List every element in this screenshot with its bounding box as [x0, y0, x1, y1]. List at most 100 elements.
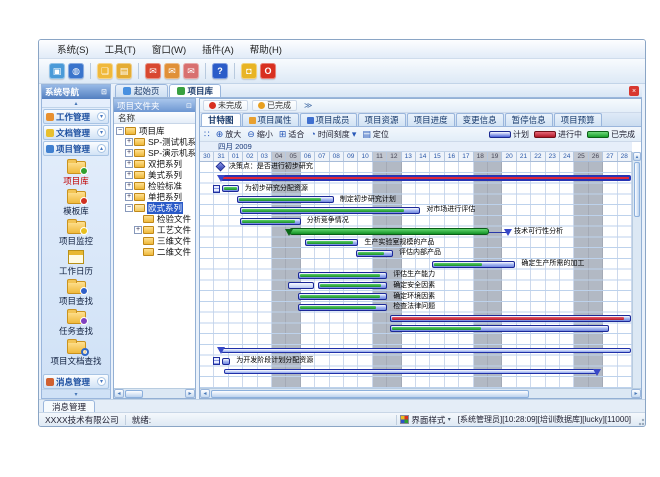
menu-item-4[interactable]: 帮助(H)	[242, 40, 290, 58]
view-tab-7[interactable]: 项目预算	[554, 113, 602, 126]
message-management-tab[interactable]: 消息管理	[43, 400, 95, 412]
tree-horizontal-scrollbar[interactable]: ◂ ▸	[114, 388, 195, 398]
document-tab-0[interactable]: 起始页	[115, 84, 168, 97]
pin-icon[interactable]: ⊡	[186, 102, 192, 110]
gantt-bar-task[interactable]	[318, 282, 387, 289]
gantt-bar-task[interactable]	[240, 207, 420, 214]
expand-icon[interactable]: +	[125, 182, 133, 190]
gantt-bar-task[interactable]	[305, 239, 358, 246]
scroll-thumb[interactable]	[634, 162, 640, 217]
tree-node-9[interactable]: +工艺文件	[114, 224, 195, 235]
gantt-vertical-scrollbar[interactable]: ▴	[632, 152, 641, 388]
filter-button-1[interactable]: 已完成	[252, 100, 297, 111]
gantt-bar-task[interactable]	[432, 261, 516, 268]
menu-item-1[interactable]: 工具(T)	[97, 40, 144, 58]
time-scale-button[interactable]: ◔时间刻度▾	[310, 129, 356, 140]
tree-node-7[interactable]: −欧式系列	[114, 202, 195, 213]
tree-node-5[interactable]: +检验标准	[114, 180, 195, 191]
tree-node-4[interactable]: +美式系列	[114, 169, 195, 180]
scroll-left-icon[interactable]: ◂	[114, 389, 124, 398]
sidebar-item-project-doc-search[interactable]: 项目文档查找	[42, 338, 110, 368]
sidebar-expand-strip[interactable]: ▾	[42, 389, 110, 398]
view-tab-3[interactable]: 项目资源	[358, 113, 406, 126]
tree-node-11[interactable]: 二维文件	[114, 246, 195, 257]
scroll-left-icon[interactable]: ◂	[200, 389, 210, 398]
gantt-horizontal-scrollbar[interactable]: ◂ ▸	[200, 388, 641, 398]
lock-icon[interactable]: ◘	[241, 63, 257, 79]
gantt-bar-task[interactable]	[390, 325, 609, 332]
gantt-bar-summary-plan[interactable]	[221, 348, 631, 353]
close-icon[interactable]: ×	[629, 86, 639, 96]
tree-node-0[interactable]: −项目库	[114, 125, 195, 136]
tree-node-2[interactable]: +SP-演示机系列	[114, 147, 195, 158]
view-tab-1[interactable]: 项目属性	[242, 113, 299, 126]
help-icon[interactable]: ?	[212, 63, 228, 79]
filter-button-0[interactable]: 未完成	[203, 100, 248, 111]
folder-view-icon[interactable]: ▤	[116, 63, 132, 79]
more-filters-icon[interactable]: ≫	[304, 101, 312, 110]
tree-node-3[interactable]: +双把系列	[114, 158, 195, 169]
message-pink-icon[interactable]: ✉	[183, 63, 199, 79]
sidebar-group-0[interactable]: 工作管理▾	[43, 109, 109, 124]
view-tab-4[interactable]: 项目进度	[407, 113, 455, 126]
scroll-thumb[interactable]	[211, 390, 529, 398]
gantt-bar-task[interactable]	[298, 304, 387, 311]
document-tab-1[interactable]: 项目库	[169, 84, 222, 97]
view-tab-2[interactable]: 项目成员	[300, 113, 357, 126]
tree-node-8[interactable]: 检验文件	[114, 213, 195, 224]
folder-open-icon[interactable]: ❏	[97, 63, 113, 79]
sidebar-item-project-library[interactable]: 项目库	[42, 158, 110, 188]
gantt-bar-task[interactable]	[298, 272, 387, 279]
collapse-icon[interactable]: −	[125, 204, 133, 212]
view-tab-6[interactable]: 暂停信息	[505, 113, 553, 126]
ui-style-button[interactable]: 界面样式 ▾	[397, 414, 453, 426]
expand-icon[interactable]: +	[125, 171, 133, 179]
gantt-bar-task[interactable]	[356, 250, 393, 257]
scroll-right-icon[interactable]: ▸	[185, 389, 195, 398]
tree-column-header[interactable]: 名称	[114, 112, 195, 124]
scroll-thumb[interactable]	[125, 390, 143, 398]
gantt-bar-task[interactable]	[222, 358, 230, 365]
sidebar-group-bottom[interactable]: 消息管理 ▾	[43, 374, 109, 389]
sidebar-collapse-strip[interactable]: ▴	[42, 99, 110, 108]
sidebar-group-2[interactable]: 项目管理▴	[43, 141, 109, 156]
tree-node-1[interactable]: +SP-测试机系列	[114, 136, 195, 147]
tree-node-6[interactable]: +单把系列	[114, 191, 195, 202]
sidebar-item-template-library[interactable]: 模板库	[42, 188, 110, 218]
expand-icon[interactable]: +	[125, 160, 133, 168]
message-red-icon[interactable]: ✉	[145, 63, 161, 79]
resize-grip[interactable]	[635, 414, 645, 426]
computer-icon[interactable]: ▣	[49, 63, 65, 79]
menu-item-3[interactable]: 插件(A)	[194, 40, 242, 58]
exit-icon[interactable]: O	[260, 63, 276, 79]
zoom-in-button[interactable]: ⊕放大	[216, 129, 242, 140]
gantt-bar-task[interactable]	[222, 185, 239, 192]
expand-icon[interactable]: +	[125, 193, 133, 201]
menu-item-2[interactable]: 窗口(W)	[144, 40, 194, 58]
gantt-bar-task[interactable]	[240, 218, 300, 225]
locate-button[interactable]: ▤定位	[362, 129, 389, 140]
gantt-bar-summary-plan[interactable]	[224, 369, 597, 374]
scroll-up-icon[interactable]: ▴	[633, 152, 641, 161]
view-tab-5[interactable]: 变更信息	[456, 113, 504, 126]
gantt-bar-plan[interactable]	[288, 282, 314, 289]
expand-icon[interactable]: +	[125, 149, 133, 157]
tree-node-10[interactable]: 三维文件	[114, 235, 195, 246]
sidebar-item-project-search[interactable]: 项目查找	[42, 278, 110, 308]
globe-icon[interactable]: ◍	[68, 63, 84, 79]
gantt-bar-task[interactable]	[298, 293, 387, 300]
menu-item-0[interactable]: 系统(S)	[49, 40, 97, 58]
pin-icon[interactable]: ⊡	[101, 88, 107, 96]
message-orange-icon[interactable]: ✉	[164, 63, 180, 79]
sidebar-item-project-monitor[interactable]: 项目监控	[42, 218, 110, 248]
sidebar-item-task-search[interactable]: 任务查找	[42, 308, 110, 338]
gantt-bar-summary-active[interactable]	[221, 175, 631, 181]
expand-icon[interactable]: +	[125, 138, 133, 146]
gantt-bar-summary-done[interactable]	[289, 228, 489, 235]
gantt-grip-icon[interactable]: ∷	[204, 129, 210, 140]
sidebar-item-work-calendar[interactable]: 工作日历	[42, 248, 110, 278]
zoom-out-button[interactable]: ⊖缩小	[247, 129, 273, 140]
view-tab-0[interactable]: 甘特图	[201, 113, 241, 126]
collapse-icon[interactable]: −	[116, 127, 124, 135]
scroll-right-icon[interactable]: ▸	[631, 389, 641, 398]
